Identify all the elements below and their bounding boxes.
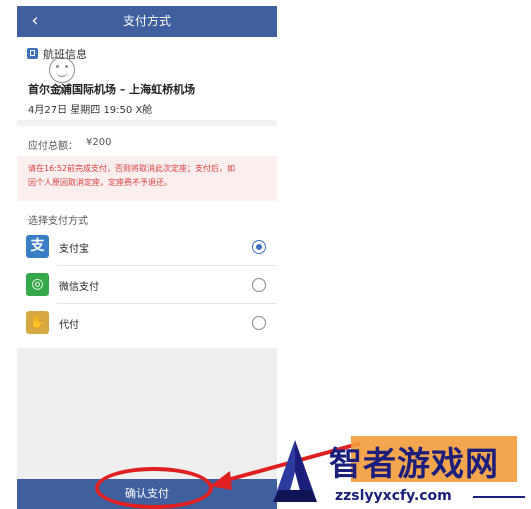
flight-info-section: 航班信息 首尔金浦国际机场 – 上海虹桥机场 X 4月27日 星期四 19:50… — [17, 37, 277, 126]
watermark-underline — [473, 496, 525, 498]
notice-line-2: 因个人原因取消定座，定座费不予退还。 — [28, 178, 172, 187]
notice-line-1: 请在16:52前完成支付，否则将取消此次定座；支付后，如 — [28, 164, 236, 173]
wechat-pay-icon: ◎ — [26, 273, 49, 296]
blank-background — [280, 0, 531, 430]
watermark-logo-icon — [273, 440, 317, 502]
radio-unselected[interactable] — [252, 278, 266, 292]
page-title: 支付方式 — [122, 14, 171, 28]
total-label: 应付总额： — [28, 141, 78, 152]
annotation-circle — [95, 467, 213, 509]
payment-option-wechat[interactable]: ◎ 微信支付 — [17, 266, 277, 304]
flight-time: 4月27日 星期四 19:50 X舱 — [28, 105, 153, 116]
flight-route: 首尔金浦国际机场 – 上海虹桥机场 — [28, 83, 196, 96]
total-amount: ¥200 — [86, 137, 112, 148]
payment-option-label: 代付 — [59, 320, 79, 331]
alipay-icon: 支 — [26, 235, 49, 258]
watermark-title: 智者游戏网 — [329, 444, 499, 483]
payment-option-label: 支付宝 — [59, 244, 89, 255]
radio-unselected[interactable] — [252, 316, 266, 330]
radio-selected[interactable] — [252, 240, 266, 254]
smiley-icon — [49, 57, 75, 83]
proxy-pay-icon: ✋ — [26, 311, 49, 334]
payment-option-proxy[interactable]: ✋ 代付 — [17, 304, 277, 342]
flight-info-icon — [27, 48, 38, 59]
site-watermark: 智者游戏网 zzslyyxcfy.com — [255, 432, 531, 509]
total-row: 应付总额： ¥200 — [17, 126, 277, 159]
nav-bar: ‹ 支付方式 — [17, 6, 277, 37]
watermark-domain: zzslyyxcfy.com — [335, 488, 452, 504]
payment-option-label: 微信支付 — [59, 282, 99, 293]
payment-method-header: 选择支付方式 — [28, 216, 88, 227]
payment-deadline-notice: 请在16:52前完成支付，否则将取消此次定座；支付后，如 因个人原因取消定座，定… — [17, 156, 277, 201]
cursor-x-marker: X — [58, 84, 67, 99]
payment-option-alipay[interactable]: 支 支付宝 — [17, 228, 277, 266]
